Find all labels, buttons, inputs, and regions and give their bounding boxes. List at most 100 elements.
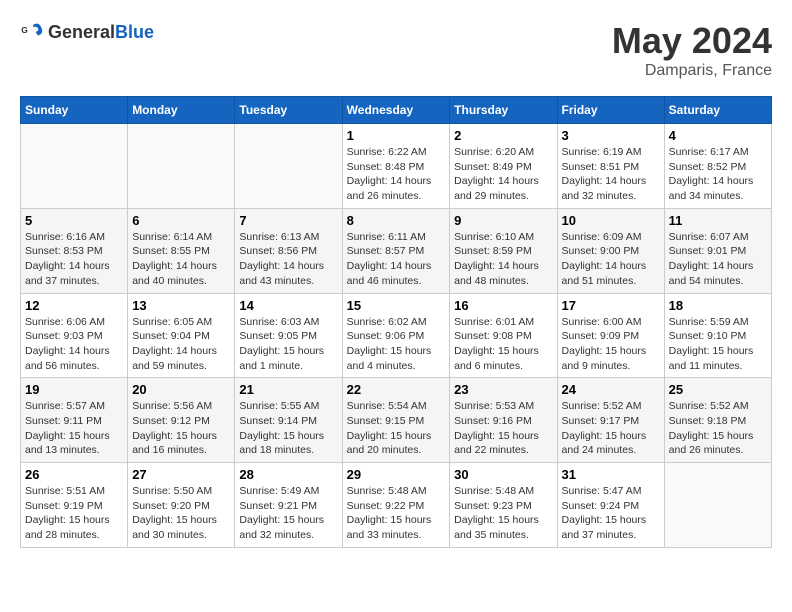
calendar-cell: 10 Sunrise: 6:09 AM Sunset: 9:00 PM Dayli… bbox=[557, 208, 664, 293]
main-title: May 2024 bbox=[612, 20, 772, 62]
day-number: 31 bbox=[562, 467, 660, 482]
calendar-cell bbox=[235, 124, 342, 209]
day-number: 8 bbox=[347, 213, 446, 228]
calendar-cell: 22Sunrise: 5:54 AM Sunset: 9:15 PM Dayli… bbox=[342, 378, 450, 463]
cell-content: Sunrise: 5:48 AM Sunset: 9:22 PM Dayligh… bbox=[347, 484, 446, 543]
day-number: 14 bbox=[239, 298, 337, 313]
calendar-cell: 13Sunrise: 6:05 AM Sunset: 9:04 PM Dayli… bbox=[128, 293, 235, 378]
day-number: 20 bbox=[132, 382, 230, 397]
day-header-tuesday: Tuesday bbox=[235, 97, 342, 124]
calendar-cell: 27 Sunrise: 5:50 AM Sunset: 9:20 PM Dayli… bbox=[128, 463, 235, 548]
week-row-3: 12 Sunrise: 6:06 AM Sunset: 9:03 PM Dayli… bbox=[21, 293, 772, 378]
calendar-cell: 14Sunrise: 6:03 AM Sunset: 9:05 PM Dayli… bbox=[235, 293, 342, 378]
day-header-thursday: Thursday bbox=[450, 97, 557, 124]
day-number: 21 bbox=[239, 382, 337, 397]
cell-content: Sunrise: 6:01 AM Sunset: 9:08 PM Dayligh… bbox=[454, 315, 552, 374]
calendar-cell: 30Sunrise: 5:48 AM Sunset: 9:23 PM Dayli… bbox=[450, 463, 557, 548]
calendar-cell: 15 Sunrise: 6:02 AM Sunset: 9:06 PM Dayli… bbox=[342, 293, 450, 378]
cell-content: Sunrise: 5:52 AM Sunset: 9:17 PM Dayligh… bbox=[562, 399, 660, 458]
cell-content: Sunrise: 6:19 AM Sunset: 8:51 PM Dayligh… bbox=[562, 145, 660, 204]
calendar-cell: 3 Sunrise: 6:19 AM Sunset: 8:51 PM Daylig… bbox=[557, 124, 664, 209]
cell-content: Sunrise: 6:00 AM Sunset: 9:09 PM Dayligh… bbox=[562, 315, 660, 374]
week-row-1: 1 Sunrise: 6:22 AM Sunset: 8:48 PM Daylig… bbox=[21, 124, 772, 209]
cell-content: Sunrise: 6:09 AM Sunset: 9:00 PM Dayligh… bbox=[562, 230, 660, 289]
day-number: 26 bbox=[25, 467, 123, 482]
subtitle: Damparis, France bbox=[612, 62, 772, 80]
cell-content: Sunrise: 5:50 AM Sunset: 9:20 PM Dayligh… bbox=[132, 484, 230, 543]
day-number: 9 bbox=[454, 213, 552, 228]
week-row-2: 5Sunrise: 6:16 AM Sunset: 8:53 PM Daylig… bbox=[21, 208, 772, 293]
calendar-cell: 19 Sunrise: 5:57 AM Sunset: 9:11 PM Dayli… bbox=[21, 378, 128, 463]
calendar-cell: 7Sunrise: 6:13 AM Sunset: 8:56 PM Daylig… bbox=[235, 208, 342, 293]
cell-content: Sunrise: 5:52 AM Sunset: 9:18 PM Dayligh… bbox=[669, 399, 767, 458]
calendar-cell bbox=[21, 124, 128, 209]
day-header-monday: Monday bbox=[128, 97, 235, 124]
calendar-cell: 2Sunrise: 6:20 AM Sunset: 8:49 PM Daylig… bbox=[450, 124, 557, 209]
day-header-saturday: Saturday bbox=[664, 97, 771, 124]
day-number: 15 bbox=[347, 298, 446, 313]
calendar-cell: 9Sunrise: 6:10 AM Sunset: 8:59 PM Daylig… bbox=[450, 208, 557, 293]
day-number: 12 bbox=[25, 298, 123, 313]
calendar-table: SundayMondayTuesdayWednesdayThursdayFrid… bbox=[20, 96, 772, 548]
calendar-cell: 18Sunrise: 5:59 AM Sunset: 9:10 PM Dayli… bbox=[664, 293, 771, 378]
day-header-sunday: Sunday bbox=[21, 97, 128, 124]
cell-content: Sunrise: 6:16 AM Sunset: 8:53 PM Dayligh… bbox=[25, 230, 123, 289]
week-row-4: 19 Sunrise: 5:57 AM Sunset: 9:11 PM Dayli… bbox=[21, 378, 772, 463]
header: G GeneralBlue May 2024 Damparis, France bbox=[20, 20, 772, 80]
calendar-cell bbox=[128, 124, 235, 209]
calendar-cell: 24 Sunrise: 5:52 AM Sunset: 9:17 PM Dayli… bbox=[557, 378, 664, 463]
cell-content: Sunrise: 5:51 AM Sunset: 9:19 PM Dayligh… bbox=[25, 484, 123, 543]
day-number: 16 bbox=[454, 298, 552, 313]
logo-general: General bbox=[48, 22, 115, 42]
day-number: 30 bbox=[454, 467, 552, 482]
calendar-cell: 25Sunrise: 5:52 AM Sunset: 9:18 PM Dayli… bbox=[664, 378, 771, 463]
logo: G GeneralBlue bbox=[20, 20, 154, 44]
day-number: 23 bbox=[454, 382, 552, 397]
calendar-cell: 1 Sunrise: 6:22 AM Sunset: 8:48 PM Daylig… bbox=[342, 124, 450, 209]
day-number: 18 bbox=[669, 298, 767, 313]
day-number: 2 bbox=[454, 128, 552, 143]
calendar-cell: 12 Sunrise: 6:06 AM Sunset: 9:03 PM Dayli… bbox=[21, 293, 128, 378]
calendar-cell: 6Sunrise: 6:14 AM Sunset: 8:55 PM Daylig… bbox=[128, 208, 235, 293]
day-number: 4 bbox=[669, 128, 767, 143]
cell-content: Sunrise: 5:53 AM Sunset: 9:16 PM Dayligh… bbox=[454, 399, 552, 458]
calendar-cell: 17 Sunrise: 6:00 AM Sunset: 9:09 PM Dayli… bbox=[557, 293, 664, 378]
cell-content: Sunrise: 6:11 AM Sunset: 8:57 PM Dayligh… bbox=[347, 230, 446, 289]
cell-content: Sunrise: 5:57 AM Sunset: 9:11 PM Dayligh… bbox=[25, 399, 123, 458]
day-header-friday: Friday bbox=[557, 97, 664, 124]
day-number: 7 bbox=[239, 213, 337, 228]
title-area: May 2024 Damparis, France bbox=[612, 20, 772, 80]
calendar-cell: 23 Sunrise: 5:53 AM Sunset: 9:16 PM Dayli… bbox=[450, 378, 557, 463]
day-number: 3 bbox=[562, 128, 660, 143]
day-number: 1 bbox=[347, 128, 446, 143]
day-number: 29 bbox=[347, 467, 446, 482]
day-number: 19 bbox=[25, 382, 123, 397]
day-number: 24 bbox=[562, 382, 660, 397]
day-header-wednesday: Wednesday bbox=[342, 97, 450, 124]
day-number: 11 bbox=[669, 213, 767, 228]
cell-content: Sunrise: 5:49 AM Sunset: 9:21 PM Dayligh… bbox=[239, 484, 337, 543]
cell-content: Sunrise: 6:17 AM Sunset: 8:52 PM Dayligh… bbox=[669, 145, 767, 204]
day-number: 17 bbox=[562, 298, 660, 313]
logo-blue: Blue bbox=[115, 22, 154, 42]
header-row: SundayMondayTuesdayWednesdayThursdayFrid… bbox=[21, 97, 772, 124]
cell-content: Sunrise: 5:47 AM Sunset: 9:24 PM Dayligh… bbox=[562, 484, 660, 543]
cell-content: Sunrise: 6:06 AM Sunset: 9:03 PM Dayligh… bbox=[25, 315, 123, 374]
calendar-cell: 4 Sunrise: 6:17 AM Sunset: 8:52 PM Daylig… bbox=[664, 124, 771, 209]
calendar-cell: 31 Sunrise: 5:47 AM Sunset: 9:24 PM Dayli… bbox=[557, 463, 664, 548]
logo-text: GeneralBlue bbox=[48, 22, 154, 43]
calendar-cell: 21Sunrise: 5:55 AM Sunset: 9:14 PM Dayli… bbox=[235, 378, 342, 463]
calendar-cell: 16 Sunrise: 6:01 AM Sunset: 9:08 PM Dayli… bbox=[450, 293, 557, 378]
calendar-cell: 5Sunrise: 6:16 AM Sunset: 8:53 PM Daylig… bbox=[21, 208, 128, 293]
week-row-5: 26 Sunrise: 5:51 AM Sunset: 9:19 PM Dayli… bbox=[21, 463, 772, 548]
cell-content: Sunrise: 6:02 AM Sunset: 9:06 PM Dayligh… bbox=[347, 315, 446, 374]
day-number: 27 bbox=[132, 467, 230, 482]
day-number: 28 bbox=[239, 467, 337, 482]
cell-content: Sunrise: 6:22 AM Sunset: 8:48 PM Dayligh… bbox=[347, 145, 446, 204]
calendar-cell: 26 Sunrise: 5:51 AM Sunset: 9:19 PM Dayli… bbox=[21, 463, 128, 548]
cell-content: Sunrise: 5:56 AM Sunset: 9:12 PM Dayligh… bbox=[132, 399, 230, 458]
cell-content: Sunrise: 5:54 AM Sunset: 9:15 PM Dayligh… bbox=[347, 399, 446, 458]
calendar-cell: 20 Sunrise: 5:56 AM Sunset: 9:12 PM Dayli… bbox=[128, 378, 235, 463]
calendar-cell: 28 Sunrise: 5:49 AM Sunset: 9:21 PM Dayli… bbox=[235, 463, 342, 548]
day-number: 10 bbox=[562, 213, 660, 228]
